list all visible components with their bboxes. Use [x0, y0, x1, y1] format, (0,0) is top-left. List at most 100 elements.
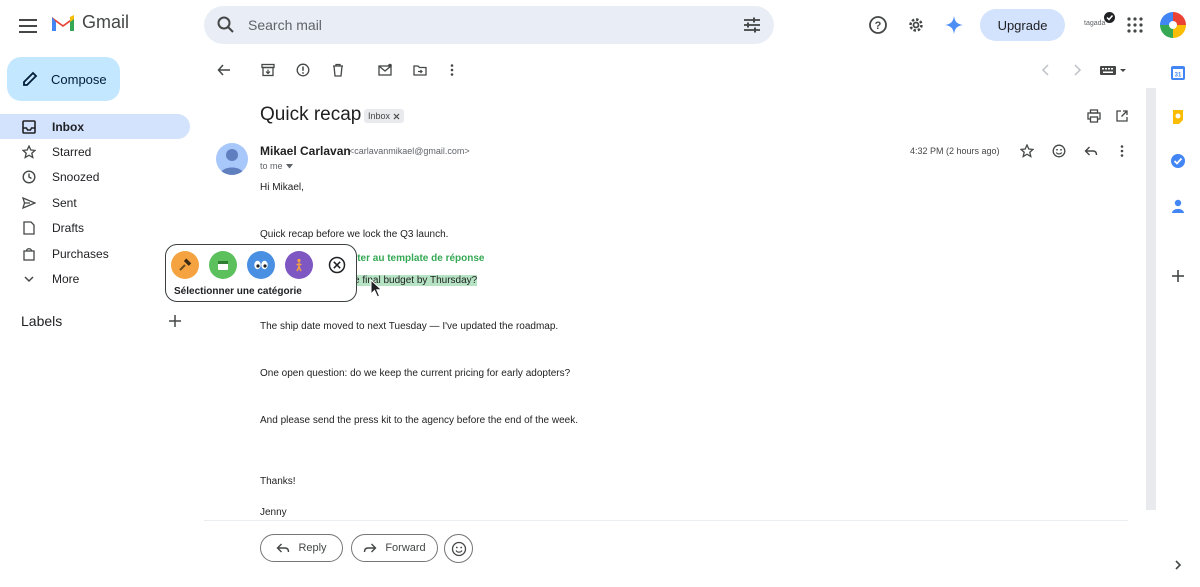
upgrade-button[interactable]: Upgrade	[980, 9, 1065, 41]
settings-button[interactable]	[900, 9, 932, 41]
sidebar-item-starred[interactable]: Starred	[0, 139, 190, 164]
message-divider	[204, 520, 1128, 521]
send-icon	[22, 196, 36, 209]
star-icon	[22, 144, 36, 159]
hammer-icon	[179, 258, 192, 271]
close-popup-button[interactable]	[323, 251, 351, 279]
gear-icon	[909, 18, 923, 32]
star-button[interactable]	[1017, 141, 1037, 161]
recipient-label: to me	[260, 161, 283, 171]
trash-icon	[333, 63, 343, 77]
more-options-button[interactable]	[442, 60, 462, 80]
email-subject: Quick recap	[260, 104, 362, 125]
report-icon	[296, 63, 310, 77]
email-signature: Jenny	[260, 507, 287, 518]
sidebar-item-sent[interactable]: Sent	[0, 190, 190, 215]
gmail-m-icon	[52, 14, 74, 31]
back-button[interactable]	[214, 60, 234, 80]
sidebar-item-purchases[interactable]: Purchases	[0, 241, 190, 266]
search-options-icon[interactable]	[742, 15, 762, 35]
star-outline-icon	[1020, 144, 1034, 158]
archive-button[interactable]	[258, 60, 278, 80]
email-closing: Thanks!	[260, 476, 296, 487]
calendar-app-button[interactable]: 31	[1168, 63, 1188, 83]
content-scrollbar[interactable]	[1146, 88, 1156, 510]
account-avatar[interactable]	[1159, 11, 1187, 39]
recipient-details[interactable]: to me	[260, 161, 293, 171]
arrow-left-icon	[217, 64, 230, 76]
popup-label: Sélectionner une catégorie	[174, 286, 302, 297]
person-icon	[220, 149, 244, 175]
email-body-line: And please send the press kit to the age…	[260, 415, 578, 426]
report-spam-button[interactable]	[293, 60, 313, 80]
add-to-template-action[interactable]: outer au template de réponse	[345, 253, 484, 264]
print-button[interactable]	[1084, 106, 1104, 126]
open-new-window-button[interactable]	[1112, 106, 1132, 126]
account-label[interactable]: tagada	[1084, 20, 1105, 27]
get-addons-button[interactable]	[1168, 266, 1188, 286]
category-person-button[interactable]	[285, 251, 313, 279]
main-menu-button[interactable]	[12, 10, 44, 42]
keep-bulb-icon	[1173, 110, 1183, 124]
forward-button[interactable]: Forward	[351, 534, 438, 562]
sidebar-item-drafts[interactable]: Drafts	[0, 215, 190, 240]
reply-icon-button[interactable]	[1081, 141, 1101, 161]
delete-button[interactable]	[328, 60, 348, 80]
newer-button[interactable]	[1036, 60, 1056, 80]
contacts-person-icon	[1172, 199, 1184, 213]
folder-move-icon	[413, 65, 427, 76]
category-eyes-button[interactable]	[247, 251, 275, 279]
archive-icon	[261, 63, 275, 77]
sidebar-item-inbox[interactable]: Inbox	[0, 114, 190, 139]
sidebar-item-label: Starred	[52, 144, 92, 159]
caret-down-icon	[285, 163, 293, 168]
emoji-reaction-button[interactable]	[1049, 141, 1069, 161]
compose-button[interactable]: Compose	[7, 57, 120, 101]
move-to-button[interactable]	[410, 60, 430, 80]
older-button[interactable]	[1067, 60, 1087, 80]
inbox-icon	[22, 119, 36, 134]
apps-button[interactable]	[1119, 9, 1151, 41]
chevron-right-icon	[1175, 560, 1182, 570]
search-icon[interactable]	[216, 15, 236, 35]
email-body-line: One open question: do we keep the curren…	[260, 368, 571, 379]
help-button[interactable]: ?	[862, 9, 894, 41]
sidebar-item-label: Inbox	[52, 119, 84, 134]
sidebar-item-label: Snoozed	[52, 169, 100, 184]
help-icon: ?	[869, 16, 887, 34]
sender-avatar[interactable]	[216, 143, 248, 175]
sidebar-item-label: More	[52, 271, 80, 286]
inbox-label-badge[interactable]: Inbox	[364, 109, 405, 123]
show-side-panel-button[interactable]	[1168, 555, 1188, 575]
sender-name[interactable]: Mikael Carlavan	[260, 144, 351, 158]
category-calendar-button[interactable]	[209, 251, 237, 279]
calendar-icon	[218, 261, 228, 270]
more-vert-icon	[1120, 145, 1124, 157]
category-hammer-button[interactable]	[171, 251, 199, 279]
add-label-icon[interactable]	[168, 314, 182, 328]
labels-heading: Labels	[21, 313, 63, 329]
tasks-app-button[interactable]	[1168, 151, 1188, 171]
reply-label: Reply	[298, 542, 327, 554]
search-bar[interactable]	[204, 6, 774, 44]
message-more-button[interactable]	[1112, 141, 1132, 161]
sidebar-item-label: Purchases	[52, 246, 109, 261]
open-in-new-icon	[1116, 110, 1128, 122]
forward-icon	[364, 543, 377, 553]
badge-label: Inbox	[368, 111, 391, 121]
reply-icon	[1084, 146, 1098, 156]
reply-emoji-button[interactable]	[444, 534, 473, 563]
email-body-line: The ship date moved to next Tuesday — I'…	[260, 321, 559, 332]
close-icon[interactable]	[393, 113, 400, 120]
person-walking-icon	[296, 258, 302, 272]
sidebar-item-snoozed[interactable]: Snoozed	[0, 164, 190, 189]
sidebar-item-more[interactable]: More	[0, 266, 190, 291]
input-tools-button[interactable]	[1098, 60, 1128, 80]
gmail-logo[interactable]: Gmail	[50, 12, 129, 33]
reply-button[interactable]: Reply	[260, 534, 343, 562]
keep-app-button[interactable]	[1168, 107, 1188, 127]
gemini-button[interactable]	[938, 9, 970, 41]
contacts-app-button[interactable]	[1168, 196, 1188, 216]
mark-unread-button[interactable]	[375, 60, 395, 80]
search-input[interactable]	[248, 6, 728, 44]
